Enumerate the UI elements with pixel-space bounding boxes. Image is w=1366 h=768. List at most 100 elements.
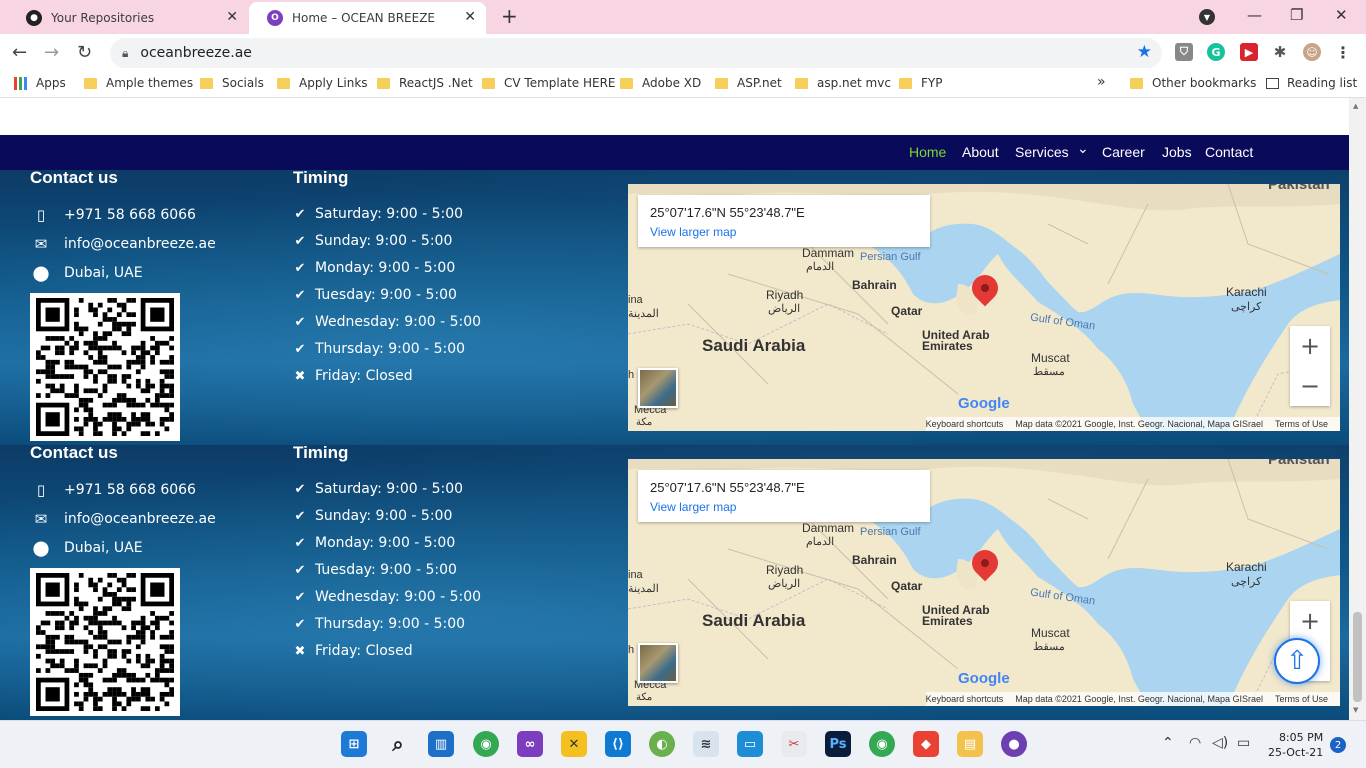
address-bar[interactable]: 🔒︎ oceanbreeze.ae ★ — [110, 38, 1162, 68]
tab-search-icon[interactable]: ▼ — [1199, 9, 1215, 25]
check-icon: ✔ — [294, 589, 306, 605]
bookmark-adobe-xd[interactable]: Adobe XD — [620, 76, 701, 90]
github-desktop-icon[interactable]: ● — [1001, 731, 1027, 757]
map-label-dammam-ar: الدمام — [806, 261, 835, 273]
scroll-down-arrow-icon[interactable]: ▼ — [1353, 706, 1358, 714]
scroll-to-top-button[interactable]: ⇧ — [1274, 638, 1320, 684]
windows-start-icon[interactable]: ⊞ — [341, 731, 367, 757]
nav-home[interactable]: Home — [909, 144, 946, 160]
view-larger-map-link[interactable]: View larger map — [650, 500, 736, 514]
snipping-tool-icon[interactable]: ✂ — [781, 731, 807, 757]
nav-jobs[interactable]: Jobs — [1162, 144, 1192, 160]
scrollbar-thumb[interactable] — [1353, 612, 1362, 702]
folder-icon — [715, 77, 728, 89]
bookmark-socials[interactable]: Socials — [200, 76, 264, 90]
keyboard-shortcuts-link[interactable]: Keyboard shortcuts — [926, 694, 1004, 704]
terms-of-use-link[interactable]: Terms of Use — [1275, 419, 1328, 429]
wifi-icon[interactable]: ◠ — [1189, 735, 1201, 751]
check-icon: ✔ — [294, 233, 306, 249]
app-circle-icon[interactable]: ◐ — [649, 731, 675, 757]
bookmark-cv-template[interactable]: CV Template HERE — [482, 76, 616, 90]
reload-icon[interactable]: ↻ — [77, 42, 92, 63]
map-zoom-control: + − — [1290, 326, 1330, 406]
satellite-toggle-button[interactable] — [638, 368, 678, 408]
timing-sunday: ✔ Sunday: 9:00 - 5:00 — [292, 508, 453, 524]
close-tab-icon[interactable]: ✕ — [464, 9, 476, 25]
url-text[interactable]: oceanbreeze.ae — [140, 45, 252, 61]
zoom-in-button[interactable]: + — [1290, 601, 1330, 641]
site-favicon-icon: O — [267, 10, 283, 26]
email-text: info@oceanbreeze.ae — [64, 236, 216, 252]
notification-badge[interactable]: 2 — [1330, 737, 1346, 753]
contact-email[interactable]: ✉ info@oceanbreeze.ae — [30, 235, 216, 253]
close-window-icon[interactable]: ✕ — [1335, 6, 1348, 24]
chart-app-icon[interactable]: ≋ — [693, 731, 719, 757]
contact-phone[interactable]: ▯ +971 58 668 6066 — [30, 206, 196, 224]
bookmark-other[interactable]: Other bookmarks — [1130, 76, 1256, 90]
bookmark-asp-net-mvc[interactable]: asp.net mvc — [795, 76, 891, 90]
reading-list-button[interactable]: Reading list — [1266, 76, 1357, 90]
zoom-out-button[interactable]: − — [1290, 366, 1330, 406]
monitor-icon[interactable]: ▭ — [737, 731, 763, 757]
minimize-icon[interactable]: — — [1247, 6, 1262, 24]
bookmark-star-icon[interactable]: ★ — [1137, 42, 1152, 62]
visual-studio-icon[interactable]: ∞ — [517, 731, 543, 757]
excel-tool-icon[interactable]: ✕ — [561, 731, 587, 757]
view-larger-map-link[interactable]: View larger map — [650, 225, 736, 239]
more-bookmarks-button[interactable]: » — [1097, 74, 1106, 90]
bookmark-reactjs-net[interactable]: ReactJS .Net — [377, 76, 473, 90]
back-icon[interactable]: ← — [12, 42, 27, 63]
contact-email[interactable]: ✉ info@oceanbreeze.ae — [30, 510, 216, 528]
bookmark-apps[interactable]: Apps — [14, 76, 66, 90]
anydesk-icon[interactable]: ◆ — [913, 731, 939, 757]
tab-home-ocean-breeze[interactable]: O Home – OCEAN BREEZE ✕ — [249, 2, 486, 34]
show-hidden-icons-icon[interactable]: ⌃ — [1162, 735, 1174, 751]
battery-icon[interactable]: ▭ — [1237, 735, 1250, 751]
bookmark-apply-links[interactable]: Apply Links — [277, 76, 368, 90]
satellite-toggle-button[interactable] — [638, 643, 678, 683]
nav-about[interactable]: About — [962, 144, 999, 160]
forward-icon[interactable]: → — [44, 42, 59, 63]
bookmarks-bar: Apps Ample themes Socials Apply Links Re… — [0, 70, 1366, 98]
bookmark-asp-net[interactable]: ASP.net — [715, 76, 782, 90]
system-clock[interactable]: 8:05 PM 25-Oct-21 — [1268, 730, 1323, 760]
photoshop-icon[interactable]: Ps — [825, 731, 851, 757]
timing-text: Sunday: 9:00 - 5:00 — [315, 233, 453, 249]
terms-of-use-link[interactable]: Terms of Use — [1275, 694, 1328, 704]
extension-red-icon[interactable]: ▶ — [1240, 43, 1258, 61]
grammarly-icon[interactable]: G — [1207, 43, 1225, 61]
chrome-profile-icon[interactable]: ◉ — [869, 731, 895, 757]
bookmark-ample-themes[interactable]: Ample themes — [84, 76, 193, 90]
profile-avatar[interactable]: ☺ — [1303, 43, 1321, 61]
new-tab-button[interactable]: + — [501, 4, 518, 28]
nav-contact[interactable]: Contact — [1205, 144, 1253, 160]
extensions-puzzle-icon[interactable]: ✱ — [1271, 43, 1289, 61]
shield-extension-icon[interactable]: ⛉ — [1175, 43, 1193, 61]
tab-your-repositories[interactable]: ● Your Repositories ✕ — [8, 2, 248, 34]
file-explorer-icon[interactable]: ▤ — [957, 731, 983, 757]
search-icon[interactable]: ⌕ — [385, 731, 411, 757]
folder-icon — [620, 77, 633, 89]
browser-menu-icon[interactable]: ⋮ — [1334, 43, 1352, 62]
nav-services[interactable]: Services — [1015, 144, 1069, 160]
vs-code-icon[interactable]: ⟨⟩ — [605, 731, 631, 757]
google-map[interactable]: 25°07'17.6"N 55°23'48.7"E View larger ma… — [628, 184, 1340, 431]
keyboard-shortcuts-link[interactable]: Keyboard shortcuts — [926, 419, 1004, 429]
close-tab-icon[interactable]: ✕ — [226, 9, 238, 25]
volume-icon[interactable]: ◁) — [1212, 735, 1228, 751]
scroll-up-arrow-icon[interactable]: ▲ — [1353, 102, 1358, 110]
contact-phone[interactable]: ▯ +971 58 668 6066 — [30, 481, 196, 499]
zoom-in-button[interactable]: + — [1290, 326, 1330, 366]
github-icon: ● — [26, 10, 42, 26]
map-label-mecca-ar: مكة — [636, 692, 653, 703]
maximize-icon[interactable]: ❐ — [1290, 6, 1303, 24]
lock-icon[interactable]: 🔒︎ — [122, 46, 128, 61]
chevron-down-icon[interactable]: ⌄ — [1077, 140, 1089, 157]
task-view-icon[interactable]: ▥ — [428, 731, 454, 757]
google-map[interactable]: 25°07'17.6"N 55°23'48.7"E View larger ma… — [628, 459, 1340, 706]
nav-career[interactable]: Career — [1102, 144, 1145, 160]
chrome-icon[interactable]: ◉ — [473, 731, 499, 757]
timing-sunday: ✔ Sunday: 9:00 - 5:00 — [292, 233, 453, 249]
bookmark-fyp[interactable]: FYP — [899, 76, 942, 90]
page-scrollbar[interactable]: ▲ ▼ — [1349, 98, 1366, 720]
